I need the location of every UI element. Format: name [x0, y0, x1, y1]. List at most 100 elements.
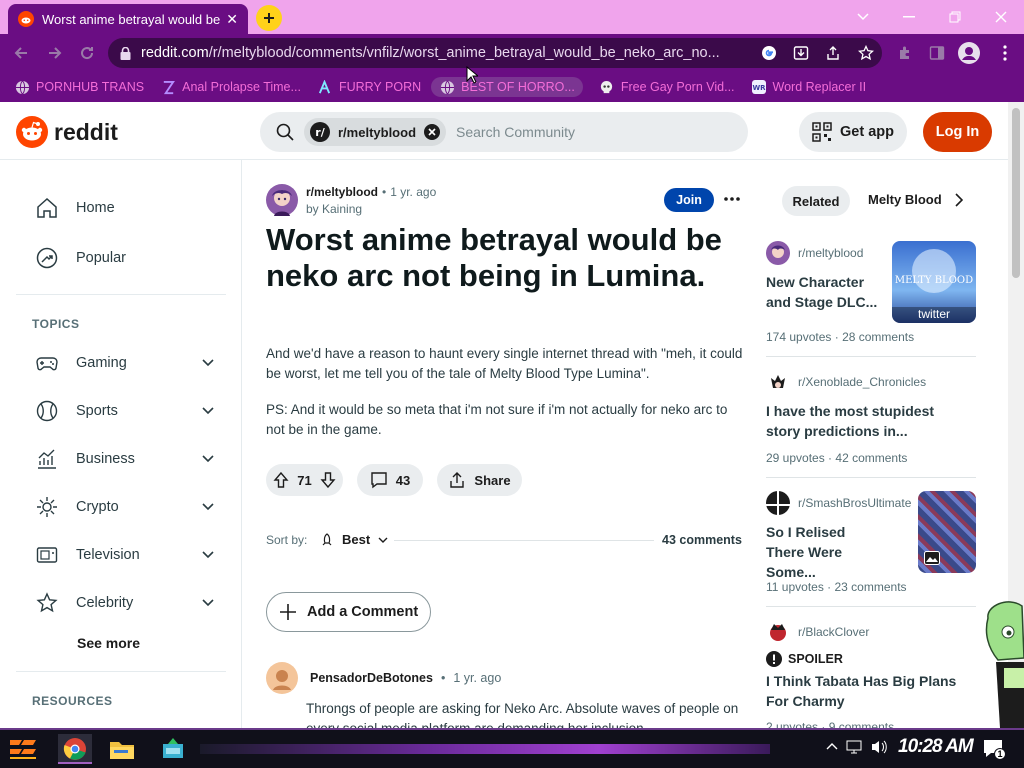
post-subreddit-link[interactable]: r/meltyblood [306, 185, 378, 199]
close-window-button[interactable] [990, 6, 1012, 28]
related-post-title[interactable]: So I Relised There Were Some... [766, 522, 884, 582]
login-button[interactable]: Log In [923, 112, 992, 152]
related-post-sub[interactable]: r/SmashBrosUltimate [766, 491, 911, 515]
skull-icon [599, 79, 615, 95]
bookmark-item[interactable]: PORNHUB TRANS [14, 79, 144, 95]
nav-label: Business [76, 451, 135, 467]
avatar[interactable] [266, 662, 298, 694]
related-post-title[interactable]: I Think Tabata Has Big Plans For Charmy [766, 671, 971, 711]
chevron-down-icon[interactable] [202, 503, 214, 511]
popular-icon [36, 247, 58, 269]
see-more-link[interactable]: See more [77, 635, 140, 651]
join-button[interactable]: Join [664, 188, 714, 212]
file-explorer-icon[interactable] [108, 736, 136, 762]
more-options-icon[interactable] [724, 196, 740, 202]
nav-home[interactable]: Home [16, 186, 228, 230]
notification-icon[interactable]: 1 [982, 738, 1006, 760]
reload-icon[interactable] [76, 42, 98, 64]
side-panel-icon[interactable] [926, 42, 948, 64]
search-bar[interactable]: r/ r/meltyblood Search Community [260, 112, 748, 152]
clear-chip-icon[interactable] [424, 124, 441, 140]
share-page-icon[interactable] [822, 42, 844, 64]
related-post-title[interactable]: New Character and Stage DLC... [766, 272, 884, 312]
tab-melty-blood[interactable]: Melty Blood [868, 192, 942, 207]
community-chip-label: r/meltyblood [338, 124, 417, 140]
topic-television[interactable]: Television [16, 533, 228, 577]
scrollbar-thumb[interactable] [1012, 108, 1020, 278]
profile-avatar-icon[interactable] [958, 42, 980, 64]
chevron-up-icon[interactable] [826, 742, 838, 750]
tv-icon [36, 544, 58, 566]
topic-sports[interactable]: Sports [16, 389, 228, 433]
get-app-button[interactable]: Get app [799, 112, 907, 152]
topic-gaming[interactable]: Gaming [16, 341, 228, 385]
related-post-sub[interactable]: r/BlackClover [766, 620, 869, 644]
chevron-down-icon[interactable] [202, 359, 214, 367]
upvote-icon[interactable] [273, 472, 289, 488]
downvote-icon[interactable] [320, 472, 336, 488]
bookmark-item[interactable]: FURRY PORN [317, 79, 421, 95]
chevron-down-icon[interactable] [202, 551, 214, 559]
tab-related[interactable]: Related [782, 186, 850, 216]
sort-divider [394, 540, 654, 541]
extensions-icon[interactable] [894, 42, 916, 64]
browser-menu-icon[interactable] [994, 42, 1016, 64]
sort-dropdown[interactable]: Best [320, 532, 388, 547]
topic-crypto[interactable]: Crypto [16, 485, 228, 529]
browser-tab[interactable]: Worst anime betrayal would be ✕ [8, 4, 248, 34]
related-post-thumbnail[interactable]: MELTY BLOOD twitter [892, 241, 976, 323]
bookmark-item[interactable]: WR Word Replacer II [751, 79, 866, 95]
chevron-down-icon[interactable] [202, 455, 214, 463]
related-post-thumbnail[interactable] [918, 491, 976, 573]
taskbar-clock[interactable]: 10:28 AM [898, 736, 974, 758]
volume-icon[interactable] [870, 739, 888, 755]
post-meta-row: r/meltyblood • 1 yr. ago [306, 185, 436, 199]
bookmark-item[interactable]: BEST OF HORRO... [431, 77, 583, 97]
nav-label: Celebrity [76, 595, 134, 611]
related-upvotes: 11 upvotes [766, 580, 824, 594]
comment-age: 1 yr. ago [453, 671, 502, 685]
network-icon[interactable] [846, 739, 864, 755]
bookmark-item[interactable]: Anal Prolapse Time... [160, 79, 301, 95]
nav-popular[interactable]: Popular [16, 236, 228, 280]
related-comments: 28 comments [842, 330, 915, 344]
related-post-sub[interactable]: r/meltyblood [766, 241, 863, 265]
chevron-down-icon[interactable] [202, 407, 214, 415]
app-taskbar-icon[interactable] [160, 736, 186, 762]
post-age: 1 yr. ago [390, 185, 437, 199]
bookmark-item[interactable]: Free Gay Porn Vid... [599, 79, 735, 95]
related-upvotes: 174 upvotes [766, 330, 832, 344]
reddit-logo[interactable]: reddit [16, 116, 118, 148]
ball-icon [36, 400, 58, 422]
new-tab-button[interactable] [256, 5, 282, 31]
chrome-taskbar-button[interactable] [58, 734, 92, 764]
search-input[interactable]: Search Community [456, 124, 575, 140]
tab-close-icon[interactable]: ✕ [226, 11, 238, 28]
google-icon[interactable] [758, 42, 780, 64]
install-icon[interactable] [790, 42, 812, 64]
add-comment-button[interactable]: Add a Comment [266, 592, 431, 632]
share-button[interactable]: Share [437, 464, 522, 496]
restore-button[interactable] [944, 6, 966, 28]
subreddit-avatar[interactable] [266, 184, 298, 216]
topic-celebrity[interactable]: Celebrity [16, 581, 228, 625]
topic-business[interactable]: Business [16, 437, 228, 481]
sort-label: Sort by: [266, 533, 308, 547]
community-filter-chip[interactable]: r/ r/meltyblood [304, 118, 447, 146]
forward-icon[interactable] [44, 42, 66, 64]
minimize-button[interactable] [898, 6, 920, 28]
chevron-right-icon[interactable] [955, 193, 963, 207]
tab-search-icon[interactable] [852, 6, 874, 28]
related-upvotes: 29 upvotes [766, 451, 825, 465]
comment-author[interactable]: PensadorDeBotones [310, 671, 433, 685]
start-menu-icon[interactable] [8, 736, 38, 762]
back-icon[interactable] [10, 42, 32, 64]
bookmark-star-icon[interactable] [855, 42, 877, 64]
related-post-sub[interactable]: r/Xenoblade_Chronicles [766, 370, 926, 394]
comments-button[interactable]: 43 [357, 464, 423, 496]
wr-icon: WR [751, 79, 767, 95]
post-author[interactable]: by Kaining [306, 202, 362, 216]
chevron-down-icon[interactable] [202, 599, 214, 607]
related-post-title[interactable]: I have the most stupidest story predicti… [766, 401, 956, 441]
bookmark-label: Free Gay Porn Vid... [620, 80, 735, 94]
